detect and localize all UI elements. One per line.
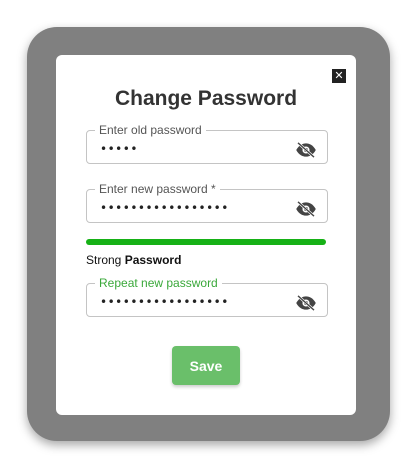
- new-password-input[interactable]: •••••••••••••••••: [100, 201, 229, 215]
- password-strength-text: Strong Password: [86, 253, 181, 267]
- repeat-password-field[interactable]: Repeat new password •••••••••••••••••: [86, 277, 328, 317]
- eye-slash-icon[interactable]: [295, 295, 317, 311]
- old-password-input[interactable]: •••••: [100, 142, 138, 156]
- new-password-label: Enter new password *: [99, 182, 216, 196]
- strength-level: Strong: [86, 253, 122, 267]
- strength-suffix: Password: [124, 253, 182, 267]
- dialog-title: Change Password: [114, 87, 298, 110]
- repeat-password-label: Repeat new password: [99, 276, 218, 290]
- save-button[interactable]: Save: [172, 346, 240, 385]
- old-password-label: Enter old password: [99, 123, 202, 137]
- eye-slash-icon[interactable]: [295, 201, 317, 217]
- old-password-field[interactable]: Enter old password •••••: [86, 124, 328, 164]
- eye-slash-icon[interactable]: [295, 142, 317, 158]
- password-strength-bar: [86, 239, 326, 245]
- new-password-field[interactable]: Enter new password * •••••••••••••••••: [86, 183, 328, 223]
- change-password-dialog: ✕ Change Password Enter old password •••…: [56, 55, 356, 415]
- repeat-password-input[interactable]: •••••••••••••••••: [100, 295, 229, 309]
- close-icon[interactable]: ✕: [332, 69, 346, 83]
